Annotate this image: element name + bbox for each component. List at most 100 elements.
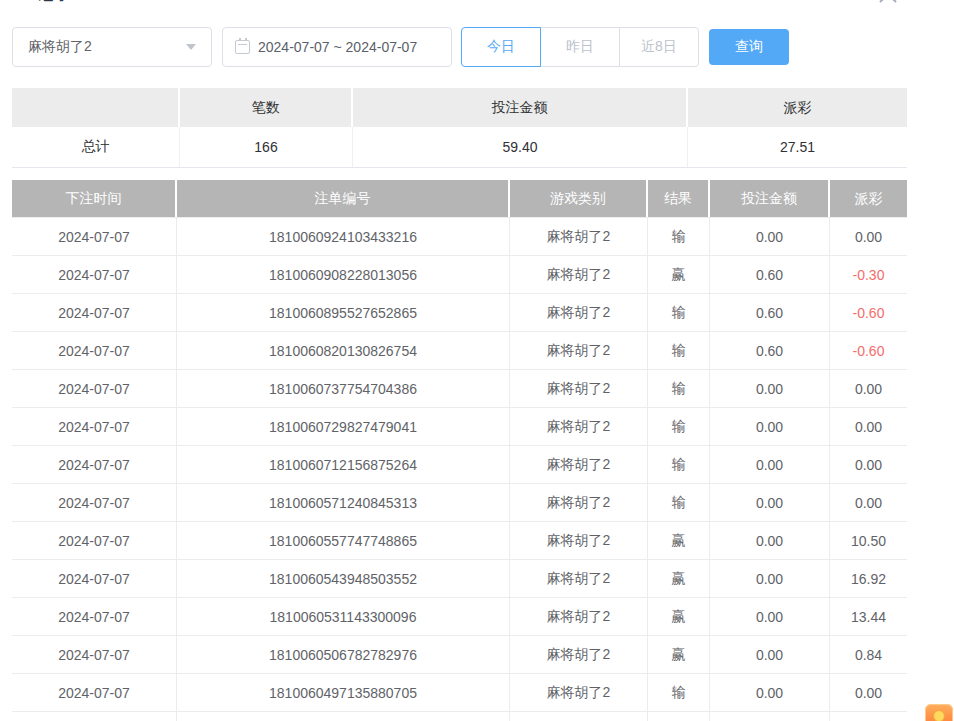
cell-game: 麻将胡了2 [510, 332, 648, 369]
cell-bet-id: 1810060557747748865 [177, 522, 510, 559]
summary-total-payout: 27.51 [688, 127, 907, 167]
red-envelope-icon[interactable] [925, 704, 953, 721]
cell-game: 麻将胡了2 [510, 294, 648, 331]
table-row: 2024-07-071810060908228013056麻将胡了2赢0.60-… [12, 256, 907, 294]
date-range-value: 2024-07-07 ~ 2024-07-07 [258, 39, 417, 55]
summary-header-empty [12, 88, 180, 127]
table-row: 2024-07-071810060895527652865麻将胡了2输0.60-… [12, 294, 907, 332]
summary-total-bet-amount: 59.40 [353, 127, 688, 167]
cell-payout: 10.50 [830, 522, 907, 559]
cell-result: 赢 [648, 522, 710, 559]
cell-result: 赢 [648, 598, 710, 635]
table-header-bet-id: 注单编号 [177, 180, 510, 217]
table-row: 2024-07-071810060737754704386麻将胡了2输0.000… [12, 370, 907, 408]
cell-game: 麻将胡了2 [510, 598, 648, 635]
date-range-picker[interactable]: 2024-07-07 ~ 2024-07-07 [222, 27, 452, 67]
cell-payout: 0.00 [830, 484, 907, 521]
quick-button-today[interactable]: 今日 [461, 27, 541, 67]
table-row: 2024-07-071810060497135880705麻将胡了2输0.000… [12, 674, 907, 712]
cell-time: 2024-07-07 [12, 370, 177, 407]
cell-time: 2024-07-07 [12, 446, 177, 483]
table-header-row: 下注时间 注单编号 游戏类别 结果 投注金额 派彩 [12, 180, 907, 217]
table-row-partial [12, 712, 907, 721]
game-select-value: 麻将胡了2 [28, 38, 92, 56]
table-row: 2024-07-071810060571240845313麻将胡了2输0.000… [12, 484, 907, 522]
cell-game: 麻将胡了2 [510, 560, 648, 597]
table-row: 2024-07-071810060924103433216麻将胡了2输0.000… [12, 218, 907, 256]
bet-records-table: 下注时间 注单编号 游戏类别 结果 投注金额 派彩 2024-07-071810… [12, 180, 907, 721]
cell-bet: 0.00 [710, 370, 830, 407]
cell-result: 输 [648, 484, 710, 521]
cell-result: 输 [648, 446, 710, 483]
quick-button-last-8-days[interactable]: 近8日 [619, 27, 699, 67]
table-header-result: 结果 [648, 180, 710, 217]
table-row: 2024-07-071810060531143300096麻将胡了2赢0.001… [12, 598, 907, 636]
summary-header-row: 笔数 投注金额 派彩 [12, 88, 907, 127]
cell-bet: 0.00 [710, 636, 830, 673]
cell-payout: 0.00 [830, 446, 907, 483]
cell-result: 赢 [648, 636, 710, 673]
table-header-payout: 派彩 [830, 180, 907, 217]
filter-bar: 麻将胡了2 2024-07-07 ~ 2024-07-07 今日昨日近8日 查询 [12, 27, 789, 67]
cell-bet-id: 1810060531143300096 [177, 598, 510, 635]
cell-time: 2024-07-07 [12, 256, 177, 293]
cell-game: 麻将胡了2 [510, 674, 648, 711]
cell-bet-id: 1810060506782782976 [177, 636, 510, 673]
cell-result: 输 [648, 332, 710, 369]
quick-date-group: 今日昨日近8日 [461, 27, 699, 67]
cell-bet: 0.00 [710, 408, 830, 445]
cell-bet: 0.00 [710, 522, 830, 559]
coin-icon [933, 710, 945, 721]
close-icon[interactable] [877, 0, 899, 9]
cell-result: 赢 [648, 560, 710, 597]
cell-bet-id: 1810060820130826754 [177, 332, 510, 369]
cell-payout: 16.92 [830, 560, 907, 597]
search-button[interactable]: 查询 [709, 29, 789, 65]
cell-payout: 0.00 [830, 370, 907, 407]
cell-bet: 0.60 [710, 332, 830, 369]
cell-game: 麻将胡了2 [510, 370, 648, 407]
cell-bet: 0.00 [710, 598, 830, 635]
cell-time: 2024-07-07 [12, 484, 177, 521]
calendar-icon [235, 40, 250, 54]
pg-records-panel: PG记录 麻将胡了2 2024-07-07 ~ 2024-07-07 今日昨日近… [0, 0, 954, 721]
cell-payout: -0.60 [830, 294, 907, 331]
game-select[interactable]: 麻将胡了2 [12, 27, 212, 67]
cell-bet: 0.00 [710, 446, 830, 483]
cell-payout: 0.00 [830, 674, 907, 711]
cell-bet: 0.00 [710, 484, 830, 521]
cell-time: 2024-07-07 [12, 560, 177, 597]
cell-bet: 0.60 [710, 256, 830, 293]
cell-result [648, 712, 710, 721]
cell-bet-id: 1810060737754704386 [177, 370, 510, 407]
cell-bet-id: 1810060497135880705 [177, 674, 510, 711]
table-row: 2024-07-071810060712156875264麻将胡了2输0.000… [12, 446, 907, 484]
cell-bet-id: 1810060712156875264 [177, 446, 510, 483]
cell-payout: 0.00 [830, 218, 907, 255]
cell-time: 2024-07-07 [12, 332, 177, 369]
cell-time [12, 712, 177, 721]
cell-game: 麻将胡了2 [510, 256, 648, 293]
table-body: 2024-07-071810060924103433216麻将胡了2输0.000… [12, 217, 907, 721]
cell-bet-id [177, 712, 510, 721]
cell-payout: -0.30 [830, 256, 907, 293]
cell-time: 2024-07-07 [12, 218, 177, 255]
summary-header-bet-amount: 投注金额 [353, 88, 688, 127]
cell-result: 输 [648, 218, 710, 255]
summary-table: 笔数 投注金额 派彩 总计 166 59.40 27.51 [12, 88, 907, 168]
summary-header-count: 笔数 [180, 88, 353, 127]
summary-total-row: 总计 166 59.40 27.51 [12, 127, 907, 168]
page-title: PG记录 [10, 0, 72, 5]
cell-time: 2024-07-07 [12, 522, 177, 559]
cell-result: 输 [648, 408, 710, 445]
cell-result: 输 [648, 294, 710, 331]
cell-payout [830, 712, 907, 721]
cell-payout: 13.44 [830, 598, 907, 635]
cell-payout: 0.84 [830, 636, 907, 673]
cell-bet: 0.00 [710, 674, 830, 711]
cell-game: 麻将胡了2 [510, 446, 648, 483]
cell-game: 麻将胡了2 [510, 522, 648, 559]
quick-button-yesterday[interactable]: 昨日 [540, 27, 620, 67]
cell-bet-id: 1810060543948503552 [177, 560, 510, 597]
cell-time: 2024-07-07 [12, 598, 177, 635]
